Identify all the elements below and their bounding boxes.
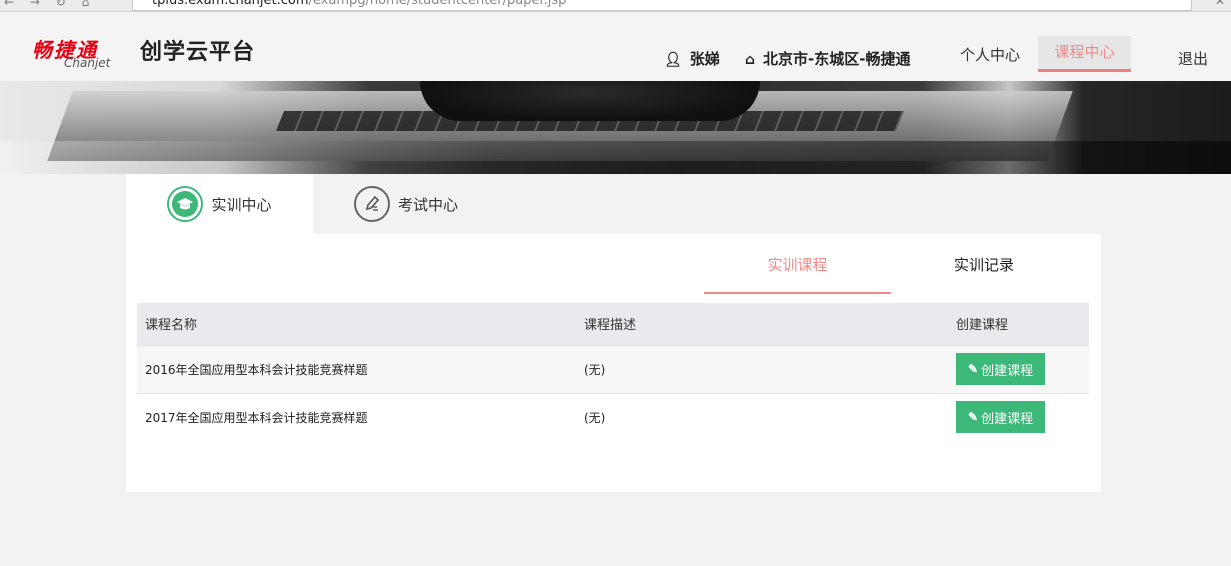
url-text[interactable]: tplus.exam.chanjet.com/exampg/home/stude… <box>152 0 566 8</box>
tab-exam-center[interactable]: 考试中心 <box>354 174 494 234</box>
table-row: 2016年全国应用型本科会计技能竞赛样题 (无) ✎ 创建课程 <box>137 344 1089 393</box>
course-table: 课程名称 课程描述 创建课程 2016年全国应用型本科会计技能竞赛样题 (无) … <box>137 303 1089 441</box>
person-icon: 👤︎ <box>664 52 682 68</box>
browser-address-bar[interactable]: ← → ↻ ⌂ tplus.exam.chanjet.com/exampg/ho… <box>0 0 1231 12</box>
close-icon[interactable]: ✕ <box>1215 0 1225 8</box>
browser-nav-icons[interactable]: ← → ↻ ⌂ <box>4 0 95 9</box>
edit-icon: ✎ <box>968 362 979 376</box>
main-tabs: 实训中心 考试中心 <box>126 174 1101 234</box>
location-info: ⌂ 北京市-东城区-畅捷通 <box>745 48 910 69</box>
content-card: 实训课程 实训记录 课程名称 课程描述 创建课程 2016年全国应用型本科会计技… <box>126 234 1101 492</box>
course-desc: (无) <box>576 392 948 441</box>
sub-tabs: 实训课程 实训记录 <box>704 234 1104 294</box>
course-name: 2016年全国应用型本科会计技能竞赛样题 <box>137 344 576 393</box>
tab-training-center[interactable]: 实训中心 <box>126 174 313 234</box>
column-header-name: 课程名称 <box>137 303 576 345</box>
home-icon: ⌂ <box>745 52 756 68</box>
create-course-button[interactable]: ✎ 创建课程 <box>956 401 1046 434</box>
nav-personal-center[interactable]: 个人中心 <box>960 44 1020 65</box>
edit-icon: ✎ <box>968 410 979 425</box>
create-course-button[interactable]: ✎ 创建课程 <box>956 353 1046 385</box>
table-row: 2017年全国应用型本科会计技能竞赛样题 (无) ✎ 创建课程 <box>137 392 1089 441</box>
tab-training-courses[interactable]: 实训课程 <box>704 234 891 294</box>
graduation-cap-icon <box>167 186 204 222</box>
chanjet-logo[interactable]: 畅捷通 Chanjet <box>32 34 127 74</box>
location-text: 北京市-东城区-畅捷通 <box>763 50 911 68</box>
tab-exam-label: 考试中心 <box>398 195 459 214</box>
table-header-row: 课程名称 课程描述 创建课程 <box>137 303 1089 345</box>
user-name: 张娣 <box>689 50 720 68</box>
tab-training-label: 实训中心 <box>211 195 272 214</box>
hero-banner-image <box>0 81 1231 174</box>
user-info: 👤︎ 张娣 <box>664 48 720 69</box>
column-header-desc: 课程描述 <box>576 303 948 345</box>
logout-link[interactable]: 退出 <box>1178 48 1208 69</box>
platform-name: 创学云平台 <box>140 40 256 65</box>
pen-icon <box>354 186 390 222</box>
column-header-action: 创建课程 <box>948 303 1089 345</box>
course-name: 2017年全国应用型本科会计技能竞赛样题 <box>137 392 576 441</box>
course-desc: (无) <box>576 344 948 393</box>
nav-course-center[interactable]: 课程中心 <box>1038 36 1131 72</box>
site-header: 畅捷通 Chanjet 创学云平台 👤︎ 张娣 ⌂ 北京市-东城区-畅捷通 个人中心… <box>0 12 1231 81</box>
tab-training-records[interactable]: 实训记录 <box>924 234 1044 294</box>
